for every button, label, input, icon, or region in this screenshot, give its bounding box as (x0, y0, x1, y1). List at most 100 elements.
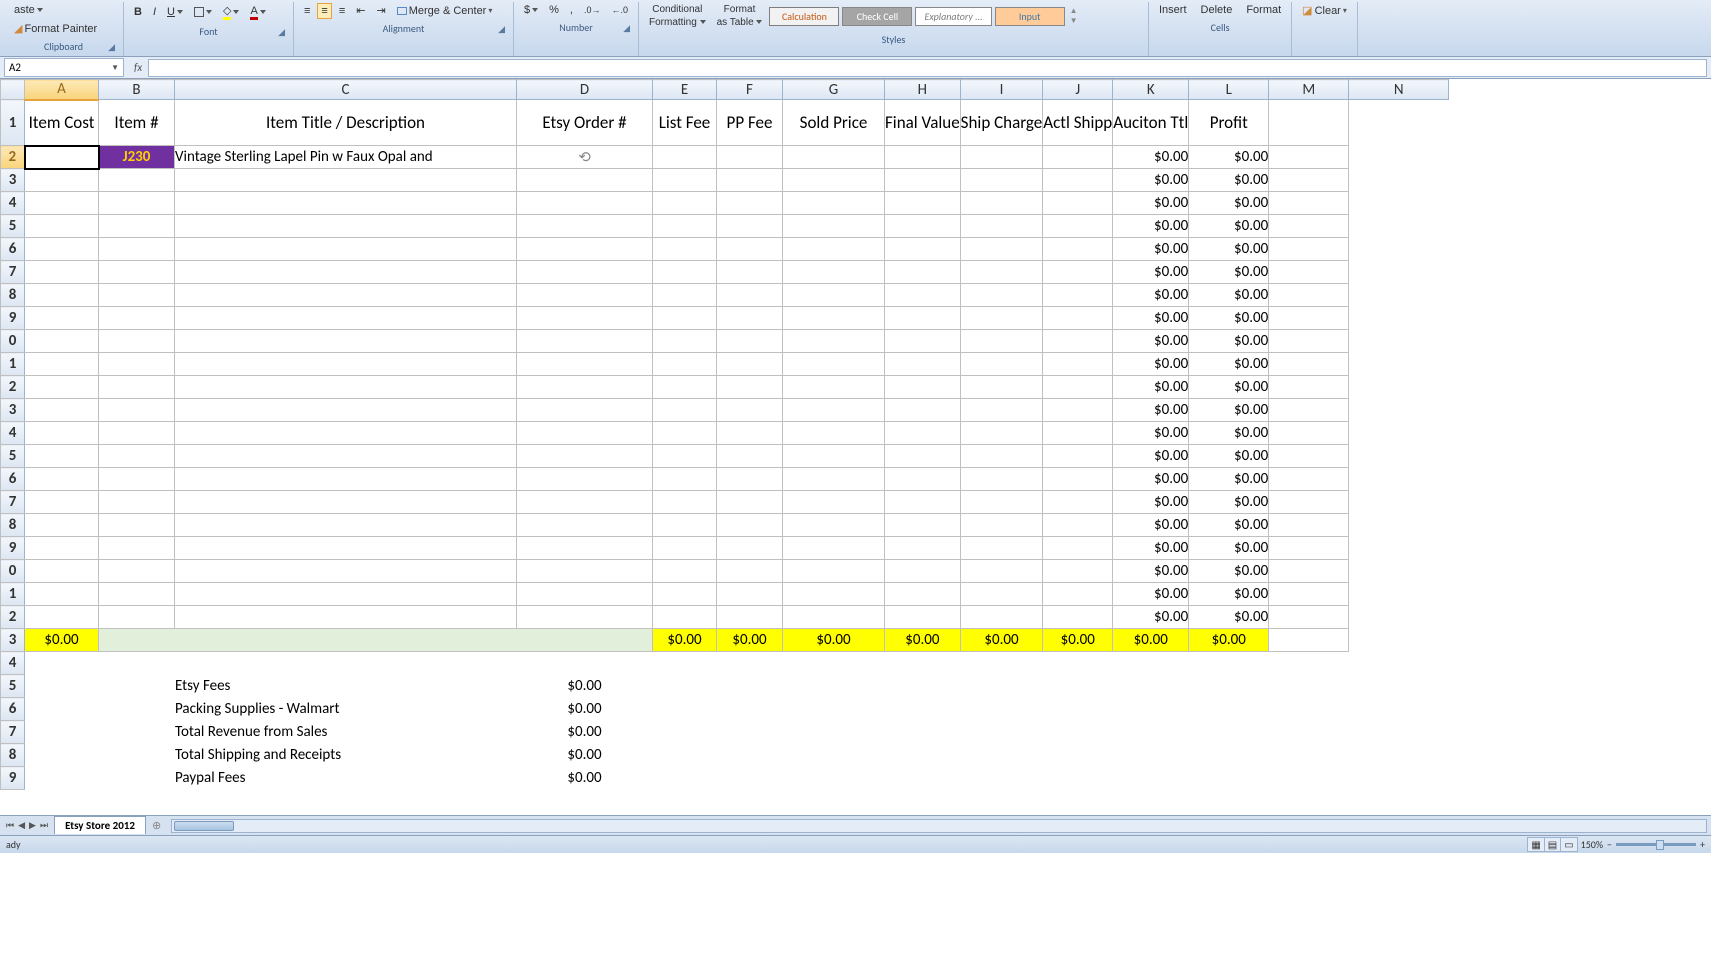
cell[interactable] (885, 583, 961, 606)
cell[interactable] (99, 215, 175, 238)
cell[interactable] (1269, 399, 1349, 422)
cell[interactable] (517, 399, 653, 422)
name-box[interactable]: A2▼ (4, 58, 124, 77)
cell[interactable] (99, 307, 175, 330)
cell[interactable]: Item Title / Description (175, 100, 517, 146)
border-button[interactable] (190, 5, 216, 19)
cell[interactable]: $0.00 (960, 629, 1043, 652)
cell[interactable] (1269, 629, 1349, 652)
cell[interactable] (717, 491, 783, 514)
cell[interactable] (653, 192, 717, 215)
cell[interactable] (653, 744, 1349, 767)
cell[interactable] (783, 560, 885, 583)
row-header[interactable]: 5 (1, 215, 25, 238)
cell[interactable] (99, 422, 175, 445)
cell[interactable]: $0.00 (1189, 376, 1269, 399)
row-header[interactable]: 2 (1, 606, 25, 629)
cell[interactable]: Profit (1189, 100, 1269, 146)
cell[interactable] (885, 606, 961, 629)
cell[interactable] (783, 307, 885, 330)
cell[interactable] (517, 353, 653, 376)
expand-icon[interactable]: ◢ (623, 23, 630, 34)
col-header[interactable]: B (99, 80, 175, 100)
row-header[interactable]: 9 (1, 537, 25, 560)
cell[interactable]: $0.00 (1189, 491, 1269, 514)
cell[interactable]: $0.00 (1189, 606, 1269, 629)
cell[interactable] (99, 675, 175, 698)
cell[interactable] (717, 514, 783, 537)
chevron-down-icon[interactable]: ▼ (111, 63, 119, 73)
cell[interactable]: $0.00 (1189, 629, 1269, 652)
conditional-formatting-button[interactable]: ConditionalFormatting (645, 2, 710, 30)
cell[interactable] (517, 537, 653, 560)
cell[interactable] (1269, 583, 1349, 606)
cell[interactable] (653, 284, 717, 307)
cell[interactable] (99, 537, 175, 560)
summary-value[interactable]: $0.00 (517, 744, 653, 767)
cell[interactable]: $0.00 (1189, 468, 1269, 491)
cell[interactable] (717, 330, 783, 353)
cell[interactable] (717, 261, 783, 284)
cell[interactable] (960, 192, 1043, 215)
cell[interactable] (25, 767, 99, 790)
cell[interactable] (717, 169, 783, 192)
cell[interactable] (1043, 606, 1113, 629)
cell[interactable] (99, 721, 175, 744)
cell[interactable] (653, 169, 717, 192)
cell[interactable] (1269, 376, 1349, 399)
cell[interactable] (1043, 215, 1113, 238)
tab-prev-icon[interactable]: ◀ (16, 820, 27, 831)
cell[interactable] (1269, 514, 1349, 537)
cell[interactable]: $0.00 (1189, 284, 1269, 307)
cell[interactable] (1043, 445, 1113, 468)
cell[interactable] (25, 238, 99, 261)
cell[interactable]: $0.00 (653, 629, 717, 652)
cell[interactable] (1043, 146, 1113, 169)
cell[interactable] (960, 468, 1043, 491)
cell[interactable] (717, 376, 783, 399)
cell[interactable] (99, 376, 175, 399)
row-header[interactable]: 4 (1, 652, 25, 675)
sheet-tab[interactable]: Etsy Store 2012 (54, 816, 146, 834)
row-header[interactable]: 8 (1, 514, 25, 537)
cell[interactable] (960, 560, 1043, 583)
cell[interactable] (717, 422, 783, 445)
cell[interactable] (960, 169, 1043, 192)
cell[interactable]: Vintage Sterling Lapel Pin w Faux Opal a… (175, 146, 517, 169)
cell[interactable] (653, 146, 717, 169)
cell[interactable] (25, 514, 99, 537)
summary-label[interactable]: Total Shipping and Receipts (175, 744, 517, 767)
cell[interactable] (885, 307, 961, 330)
style-check-cell[interactable]: Check Cell (842, 7, 912, 26)
cell[interactable] (783, 169, 885, 192)
cell[interactable] (1269, 146, 1349, 169)
cell[interactable] (175, 261, 517, 284)
cell[interactable]: J230 (99, 146, 175, 169)
col-header[interactable]: A (25, 80, 99, 100)
cell[interactable] (653, 307, 717, 330)
increase-decimal-button[interactable]: .0→ (580, 3, 605, 17)
summary-label[interactable]: Paypal Fees (175, 767, 517, 790)
cell[interactable] (783, 422, 885, 445)
cell[interactable]: $0.00 (1189, 445, 1269, 468)
formula-input[interactable] (148, 59, 1707, 77)
cell[interactable] (25, 445, 99, 468)
cell[interactable] (717, 537, 783, 560)
cell[interactable] (653, 399, 717, 422)
cell[interactable] (1269, 445, 1349, 468)
cell[interactable] (517, 215, 653, 238)
cell[interactable] (25, 744, 99, 767)
col-header[interactable]: M (1269, 80, 1349, 100)
percent-button[interactable]: % (545, 2, 563, 18)
cell[interactable] (783, 537, 885, 560)
cell[interactable] (25, 422, 99, 445)
cell[interactable] (99, 445, 175, 468)
cell[interactable] (175, 445, 517, 468)
cell[interactable] (783, 215, 885, 238)
style-input[interactable]: Input (995, 7, 1065, 26)
cell[interactable] (1043, 307, 1113, 330)
cell[interactable] (517, 261, 653, 284)
cell[interactable] (25, 169, 99, 192)
summary-value[interactable]: $0.00 (517, 675, 653, 698)
cell[interactable] (517, 192, 653, 215)
